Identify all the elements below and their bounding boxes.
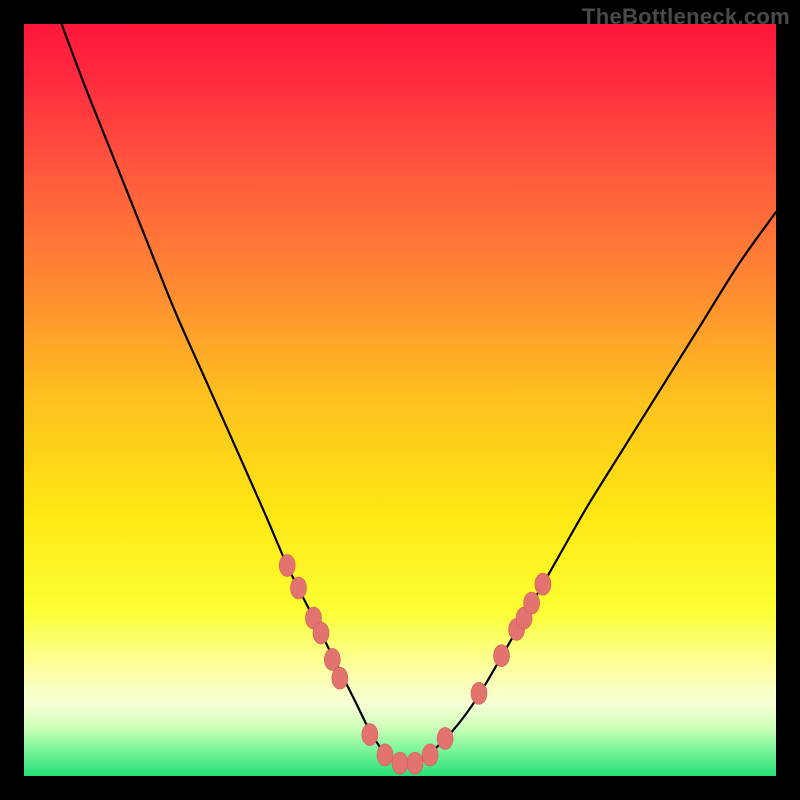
bottleneck-curve-plot bbox=[24, 24, 776, 776]
data-marker bbox=[324, 648, 340, 670]
chart-frame: TheBottleneck.com bbox=[0, 0, 800, 800]
data-marker bbox=[494, 645, 510, 667]
data-marker bbox=[362, 724, 378, 746]
data-marker bbox=[437, 727, 453, 749]
data-marker bbox=[524, 592, 540, 614]
data-marker bbox=[392, 752, 408, 774]
data-marker bbox=[377, 744, 393, 766]
data-marker bbox=[291, 577, 307, 599]
gradient-background bbox=[24, 24, 776, 776]
data-marker bbox=[332, 667, 348, 689]
data-marker bbox=[422, 744, 438, 766]
data-marker bbox=[535, 573, 551, 595]
watermark-text: TheBottleneck.com bbox=[582, 4, 790, 30]
data-marker bbox=[313, 622, 329, 644]
data-marker bbox=[279, 554, 295, 576]
data-marker bbox=[471, 682, 487, 704]
data-marker bbox=[407, 752, 423, 774]
